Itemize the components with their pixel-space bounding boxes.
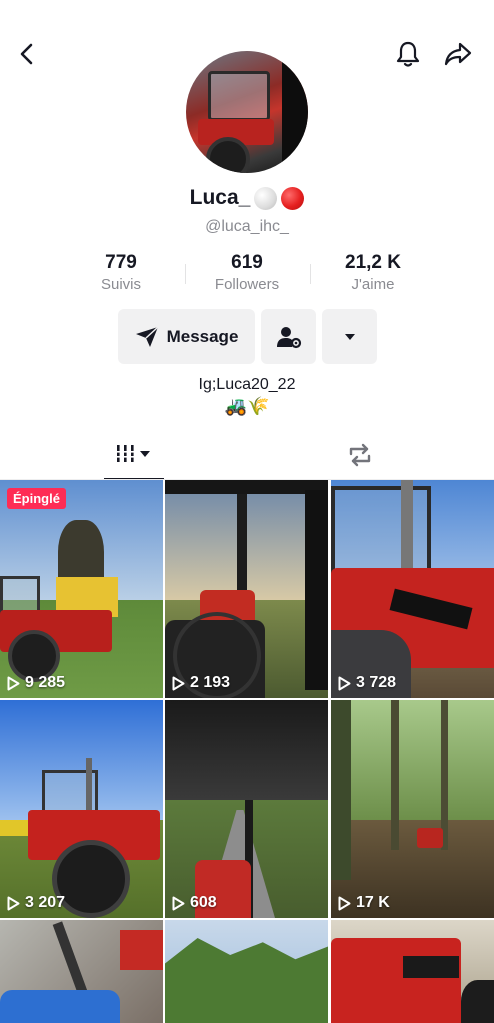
grid-icon — [116, 445, 150, 462]
video-thumbnail[interactable] — [165, 920, 328, 1023]
video-thumbnail[interactable]: 3 207 — [0, 700, 163, 918]
stat-following-value: 779 — [105, 252, 137, 273]
video-thumbnail[interactable]: 3 728 — [331, 480, 494, 698]
play-icon — [338, 896, 351, 910]
avatar-tractor-wheel — [206, 137, 250, 173]
stat-followers-value: 619 — [231, 252, 263, 273]
username-handle: @luca_ihc_ — [205, 218, 289, 235]
view-count: 3 728 — [338, 674, 396, 692]
share-button[interactable] — [438, 34, 478, 74]
red-circle-emoji — [281, 186, 305, 210]
play-icon — [172, 896, 185, 910]
back-arrow-icon — [20, 43, 33, 65]
view-count-value: 9 285 — [25, 674, 66, 691]
tab-reposts[interactable] — [330, 430, 390, 480]
play-icon — [338, 676, 351, 690]
repost-icon — [349, 443, 371, 467]
chevron-down-icon — [344, 333, 355, 340]
view-count-value: 3 728 — [356, 674, 397, 691]
view-count-value: 608 — [190, 894, 217, 911]
content-tabs — [0, 430, 494, 480]
bell-icon — [396, 41, 420, 67]
send-icon — [135, 325, 159, 347]
play-icon — [7, 676, 20, 690]
stat-likes-label: J'aime — [351, 276, 395, 293]
avatar[interactable] — [186, 51, 308, 173]
display-name-row: Luca_ — [0, 186, 494, 210]
white-circle-emoji — [254, 186, 278, 210]
share-icon — [444, 42, 472, 66]
view-count: 3 207 — [7, 894, 65, 912]
view-count-value: 3 207 — [25, 894, 66, 911]
stat-following[interactable]: 779 Suivis — [56, 252, 186, 293]
view-count-value: 17 K — [356, 894, 390, 911]
view-count: 2 193 — [172, 674, 230, 692]
message-button[interactable]: Message — [118, 309, 255, 364]
profile-actions: Message — [0, 309, 494, 364]
play-icon — [172, 676, 185, 690]
profile-stats: 779 Suivis 619 Followers 21,2 K J'aime — [0, 252, 494, 300]
view-count-value: 2 193 — [190, 674, 231, 691]
view-count: 608 — [172, 894, 217, 912]
stat-likes[interactable]: 21,2 K J'aime — [308, 252, 438, 293]
play-icon — [7, 896, 20, 910]
video-thumbnail[interactable] — [331, 920, 494, 1023]
suggested-accounts-button[interactable] — [322, 309, 377, 364]
stat-following-label: Suivis — [100, 276, 141, 293]
back-button[interactable] — [8, 34, 48, 74]
video-thumbnail[interactable]: Épinglé 9 285 — [0, 480, 163, 698]
notifications-button[interactable] — [388, 34, 428, 74]
avatar-dark-panel — [282, 51, 308, 173]
stat-followers-label: Followers — [214, 276, 280, 293]
view-count: 17 K — [338, 894, 390, 912]
bio-text: Ig;Luca20_22 — [198, 376, 296, 393]
display-name: Luca_ — [189, 186, 251, 209]
tab-videos[interactable] — [104, 430, 164, 480]
add-user-settings-icon — [276, 326, 301, 348]
video-thumbnail[interactable]: 2 193 — [165, 480, 328, 698]
stat-likes-value: 21,2 K — [345, 252, 401, 273]
message-button-label: Message — [166, 326, 239, 346]
video-thumbnail[interactable] — [0, 920, 163, 1023]
avatar-tractor-cab — [208, 71, 270, 121]
bio-emoji: 🚜🌾 — [224, 396, 270, 416]
video-thumbnail[interactable]: 17 K — [331, 700, 494, 918]
pinned-badge: Épinglé — [7, 488, 66, 509]
stat-followers[interactable]: 619 Followers — [182, 252, 312, 293]
follow-settings-button[interactable] — [261, 309, 316, 364]
view-count: 9 285 — [7, 674, 65, 692]
video-thumbnail[interactable]: 608 — [165, 700, 328, 918]
